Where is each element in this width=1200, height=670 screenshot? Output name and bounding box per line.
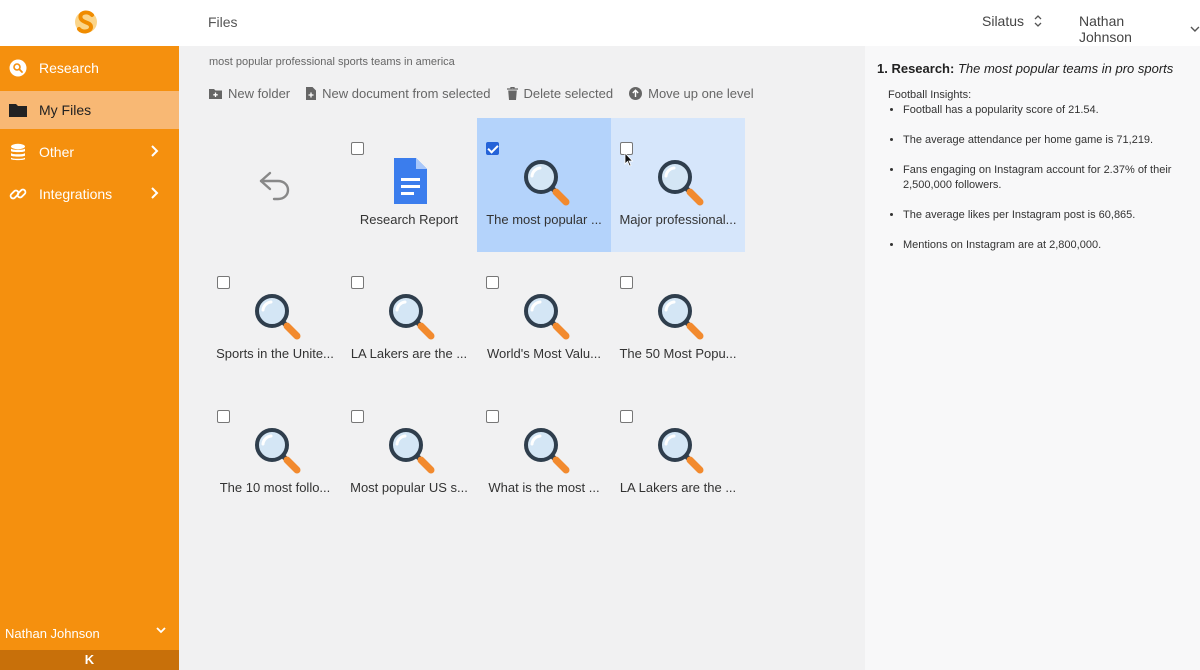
file-name: The 50 Most Popu... (619, 346, 737, 361)
undo-arrow-icon (259, 171, 290, 201)
mouse-cursor-icon (624, 152, 634, 167)
file-checkbox[interactable] (620, 276, 633, 289)
file-tile[interactable]: LA Lakers are the ... (342, 252, 476, 386)
file-checkbox[interactable] (486, 276, 499, 289)
link-icon (9, 188, 27, 200)
chevron-right-icon (151, 187, 159, 199)
sidebar-item-label: Other (39, 144, 75, 160)
silatus-logo[interactable] (73, 8, 99, 36)
magnifier-icon (658, 428, 704, 474)
file-tile[interactable]: The most popular ... (477, 118, 611, 252)
chevron-right-icon (151, 145, 159, 157)
sidebar-item-label: Integrations (39, 186, 113, 202)
workspace-label: Silatus (982, 13, 1025, 29)
magnifier-icon (524, 160, 570, 206)
user-menu[interactable]: Nathan Johnson (1079, 13, 1200, 45)
delete-selected-label: Delete selected (523, 86, 614, 101)
list-item: Fans engaging on Instagram account for 2… (903, 163, 1200, 193)
file-name: Sports in the Unite... (216, 346, 334, 361)
file-toolbar: New folder New document from selected De… (209, 86, 754, 101)
list-item: The average likes per Instagram post is … (903, 208, 1200, 223)
new-folder-button[interactable]: New folder (209, 86, 290, 101)
file-tile[interactable]: Most popular US s... (342, 386, 476, 520)
file-checkbox[interactable] (217, 410, 230, 423)
breadcrumb: most popular professional sports teams i… (209, 56, 455, 68)
sidebar-item-label: Research (39, 60, 99, 76)
chevron-down-icon[interactable] (156, 627, 166, 634)
file-checkbox[interactable] (486, 410, 499, 423)
file-plus-icon (306, 87, 317, 100)
magnifier-icon (255, 294, 301, 340)
file-checkbox[interactable] (351, 276, 364, 289)
magnifier-icon (524, 428, 570, 474)
new-document-button[interactable]: New document from selected (306, 86, 491, 101)
sidebar-user-name[interactable]: Nathan Johnson (5, 626, 100, 641)
file-name: Most popular US s... (350, 480, 468, 495)
folder-plus-icon (209, 89, 222, 99)
file-tile[interactable]: The 50 Most Popu... (611, 252, 745, 386)
document-icon (394, 158, 427, 204)
files-panel: most popular professional sports teams i… (179, 46, 865, 670)
file-name: Research Report (359, 212, 459, 227)
page-title: Files (208, 14, 238, 30)
chevron-down-icon (1190, 26, 1200, 32)
file-name: LA Lakers are the ... (619, 480, 737, 495)
research-preview-panel: 1. Research: The most popular teams in p… (865, 46, 1200, 670)
file-checkbox[interactable] (351, 142, 364, 155)
file-name: Major professional... (619, 212, 737, 227)
move-up-label: Move up one level (648, 86, 754, 101)
file-tile[interactable]: What is the most ... (477, 386, 611, 520)
file-checkbox[interactable] (217, 276, 230, 289)
file-name: The most popular ... (486, 212, 602, 227)
move-up-button[interactable]: Move up one level (629, 86, 754, 101)
magnifier-icon (524, 294, 570, 340)
magnifier-icon (389, 294, 435, 340)
new-document-label: New document from selected (322, 86, 491, 101)
database-icon (11, 143, 25, 161)
file-tile[interactable]: LA Lakers are the ... (611, 386, 745, 520)
sidebar-collapse-button[interactable]: K (0, 650, 179, 670)
file-tile[interactable]: Major professional... (611, 118, 745, 252)
user-name: Nathan Johnson (1079, 13, 1132, 45)
research-title-text: The most popular teams in pro sports (957, 61, 1174, 76)
back-tile[interactable] (208, 118, 342, 252)
insights-list: Football has a popularity score of 21.54… (887, 103, 1200, 268)
workspace-selector[interactable]: Silatus (982, 13, 1042, 29)
sidebar-item-other[interactable]: Other (0, 133, 179, 171)
file-name: The 10 most follo... (219, 480, 331, 495)
file-tile[interactable]: Research Report (342, 118, 476, 252)
sidebar-item-integrations[interactable]: Integrations (0, 175, 179, 213)
file-name: World's Most Valu... (487, 346, 601, 361)
research-title: 1. Research: The most popular teams in p… (877, 61, 1173, 76)
sidebar: Research My Files Other Integrations Nat… (0, 46, 179, 670)
file-tile[interactable]: Sports in the Unite... (208, 252, 342, 386)
list-item: The average attendance per home game is … (903, 133, 1200, 148)
research-title-prefix: 1. Research: (877, 61, 955, 76)
trash-icon (506, 87, 518, 100)
sidebar-item-label: My Files (39, 102, 92, 118)
research-subheading: Football Insights: (888, 89, 972, 101)
file-name: What is the most ... (488, 480, 600, 495)
folder-icon (9, 104, 27, 117)
sidebar-item-research[interactable]: Research (0, 49, 179, 87)
file-name: LA Lakers are the ... (350, 346, 468, 361)
delete-selected-button[interactable]: Delete selected (506, 86, 614, 101)
new-folder-label: New folder (228, 86, 291, 101)
updown-chevron-icon (1034, 15, 1042, 27)
search-icon (9, 59, 27, 77)
file-tile[interactable]: The 10 most follo... (208, 386, 342, 520)
file-checkbox[interactable] (351, 410, 364, 423)
magnifier-icon (658, 160, 704, 206)
list-item: Mentions on Instagram are at 2,800,000. (903, 238, 1200, 253)
arrow-up-circle-icon (629, 87, 643, 100)
top-bar: Files Silatus Nathan Johnson (0, 0, 1200, 46)
file-checkbox[interactable] (620, 410, 633, 423)
magnifier-icon (658, 294, 704, 340)
file-checkbox[interactable] (486, 142, 499, 155)
sidebar-item-my-files[interactable]: My Files (0, 91, 179, 129)
file-tile[interactable]: World's Most Valu... (477, 252, 611, 386)
magnifier-icon (255, 428, 301, 474)
list-item: Football has a popularity score of 21.54… (903, 103, 1200, 118)
magnifier-icon (389, 428, 435, 474)
